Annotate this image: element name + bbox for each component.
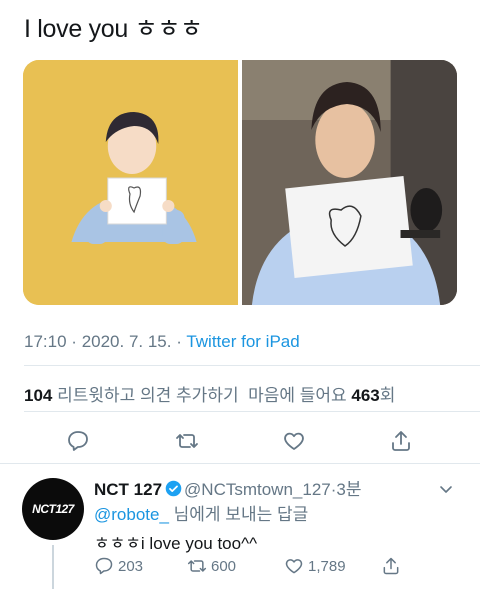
photo-image (242, 60, 457, 305)
retweet-icon (187, 560, 207, 572)
tweet-date: 2020. 7. 15. (81, 332, 172, 351)
verified-badge-icon (165, 480, 182, 497)
meta-separator: · (71, 332, 77, 351)
divider (24, 365, 480, 366)
share-button[interactable] (386, 426, 416, 456)
share-icon (383, 557, 399, 575)
reply-header: NCT 127 @NCTsmtown_127·3분 (94, 475, 362, 500)
retweet-button[interactable] (172, 426, 202, 456)
reply-actions: 203 600 1,789 (94, 556, 414, 578)
reply-time: 3분 (336, 480, 362, 499)
reply-button[interactable] (63, 426, 93, 456)
reply-retweet-count: 600 (211, 557, 237, 575)
meta-separator-2: · (176, 332, 182, 351)
reply-text: ㅎㅎㅎi love you too^^ (94, 534, 258, 553)
reply-retweet-button[interactable]: 600 (187, 556, 236, 576)
retweet-count[interactable]: 104 (24, 386, 52, 405)
reply-author-handle[interactable]: @NCTsmtown_127 (184, 480, 331, 499)
media-photo[interactable] (242, 60, 457, 305)
reply-share-button[interactable] (381, 556, 401, 576)
thread-line (52, 545, 54, 589)
replying-mention-link[interactable]: @robote_ (94, 505, 169, 524)
retweet-icon (176, 434, 198, 448)
divider (24, 411, 480, 412)
likes-suffix: 회 (379, 386, 396, 405)
reply-reply-button[interactable]: 203 (94, 556, 143, 576)
reply-icon (95, 557, 113, 575)
reply-reply-count: 203 (118, 557, 144, 575)
reply-tweet[interactable]: NCT127 NCT 127 @NCTsmtown_127·3분 @robote_… (0, 463, 480, 589)
chevron-down-icon[interactable] (438, 481, 454, 497)
reply-like-button[interactable]: 1,789 (284, 556, 346, 576)
reply-like-count: 1,789 (308, 557, 346, 575)
reply-icon (68, 431, 88, 451)
replying-label: 님에게 보내는 답글 (173, 505, 309, 524)
retweet-label[interactable]: 리트윗하고 의견 추가하기 (57, 386, 239, 405)
tweet-source-link[interactable]: Twitter for iPad (186, 332, 299, 351)
tweet-media[interactable] (23, 60, 457, 305)
tweet-actions (0, 426, 480, 456)
illustration-image (23, 60, 238, 305)
tweet-time: 17:10 (24, 332, 67, 351)
replying-to: @robote_ 님에게 보내는 답글 (94, 500, 308, 525)
media-illustration[interactable] (23, 60, 238, 305)
like-icon (284, 432, 304, 450)
like-button[interactable] (279, 426, 309, 456)
share-icon (392, 431, 410, 451)
tweet-text: I love you ㅎㅎㅎ (24, 15, 203, 43)
likes-label[interactable]: 마음에 들어요 (248, 386, 347, 405)
reply-author-name[interactable]: NCT 127 (94, 480, 162, 499)
tweet-stats: 104 리트윗하고 의견 추가하기 마음에 들어요 463회 (24, 381, 395, 406)
tweet-metadata: 17:10 · 2020. 7. 15. · Twitter for iPad (24, 332, 300, 352)
avatar-logo-text: NCT127 (32, 502, 74, 516)
like-count[interactable]: 463 (351, 386, 379, 405)
avatar[interactable]: NCT127 (22, 478, 84, 540)
like-icon (285, 559, 303, 574)
